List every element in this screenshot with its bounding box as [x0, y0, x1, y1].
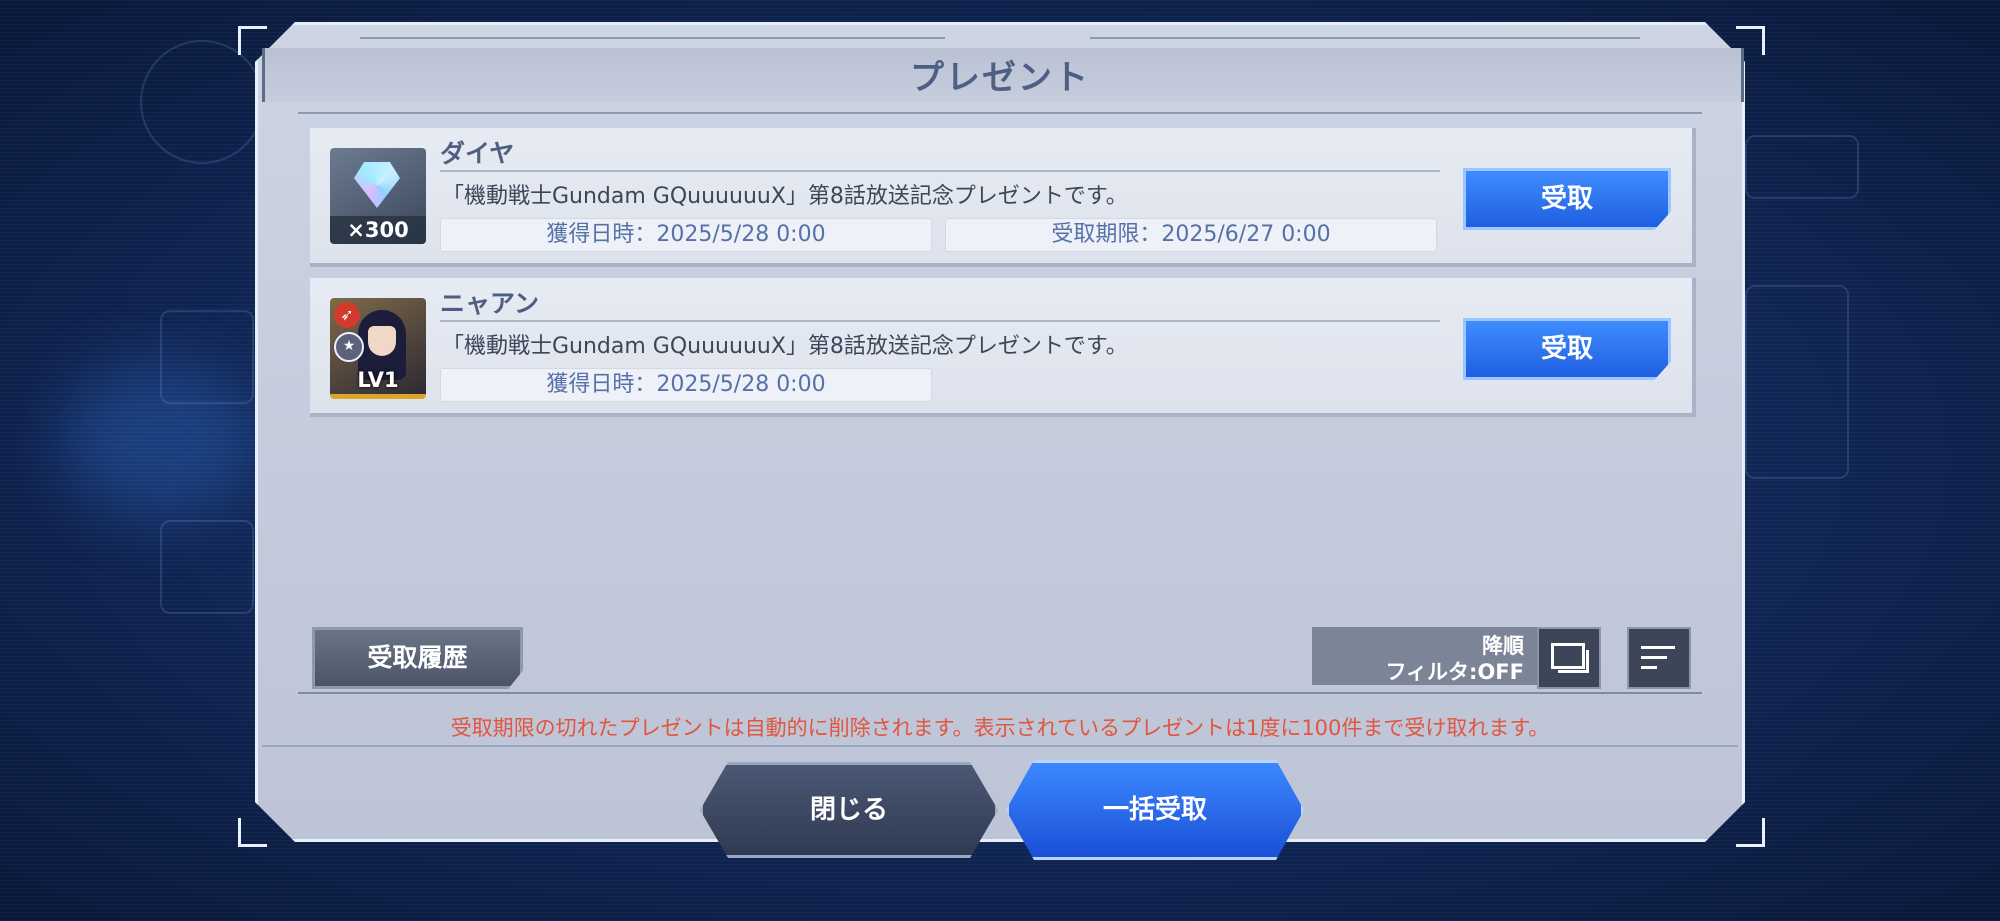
- present-item: ×300 ダイヤ 「機動戦士Gundam GQuuuuuuX」第8話放送記念プレ…: [310, 128, 1696, 267]
- filter-button[interactable]: [1537, 627, 1601, 689]
- frame-corner: [238, 818, 267, 847]
- claim-history-button[interactable]: 受取履歴: [312, 627, 523, 689]
- present-item: ➶ ★ LV1 ニャアン 「機動戦士Gundam GQuuuuuuX」第8話放送…: [310, 278, 1696, 417]
- sort-filter-status[interactable]: 降順 フィルタ:OFF: [1312, 627, 1542, 685]
- filter-state-label: フィルタ:OFF: [1385, 660, 1524, 684]
- footer-rule: [298, 692, 1702, 694]
- character-portrait: ➶ ★ LV1: [330, 298, 426, 399]
- acquired-date: 獲得日時：2025/5/28 0:00: [440, 368, 932, 402]
- background-ghost-button: [1745, 135, 1859, 199]
- acquired-date: 獲得日時：2025/5/28 0:00: [440, 218, 932, 252]
- claim-button[interactable]: 受取: [1463, 168, 1671, 230]
- bulk-claim-button[interactable]: 一括受取: [1006, 760, 1304, 860]
- header-rule: [360, 37, 945, 39]
- present-description: 「機動戦士Gundam GQuuuuuuX」第8話放送記念プレゼントです。: [442, 334, 1128, 359]
- background-ghost-menu: [160, 520, 254, 614]
- sort-icon: [1641, 646, 1675, 649]
- diamond-icon: ×300: [330, 148, 426, 244]
- header-rule: [1090, 37, 1640, 39]
- claim-deadline: 受取期限：2025/6/27 0:00: [945, 218, 1437, 252]
- gem-shape: [354, 162, 400, 208]
- name-divider: [440, 170, 1440, 172]
- footer-rule: [262, 745, 1738, 747]
- sort-icon: [1641, 666, 1657, 669]
- name-divider: [440, 320, 1440, 322]
- title-underline: [298, 112, 1702, 114]
- quantity-label: ×300: [330, 216, 426, 244]
- dialog-title: プレゼント: [910, 58, 1090, 98]
- cards-icon-back: [1558, 650, 1589, 673]
- present-name: ニャアン: [440, 289, 540, 318]
- claim-button[interactable]: 受取: [1463, 318, 1671, 380]
- rocket-badge-icon: ➶: [334, 302, 360, 328]
- sort-button[interactable]: [1627, 627, 1691, 689]
- star-badge-icon: ★: [334, 332, 364, 362]
- present-name: ダイヤ: [440, 139, 515, 168]
- expiry-notice: 受取期限の切れたプレゼントは自動的に削除されます。表示されているプレゼントは1度…: [450, 716, 1550, 740]
- background-ghost-banner: [1745, 285, 1849, 479]
- frame-corner: [1736, 818, 1765, 847]
- present-description: 「機動戦士Gundam GQuuuuuuX」第8話放送記念プレゼントです。: [442, 184, 1128, 209]
- close-button[interactable]: 閉じる: [700, 762, 998, 858]
- character-face: [368, 326, 396, 356]
- sort-icon: [1641, 656, 1667, 659]
- level-label: LV1: [357, 368, 399, 392]
- background-ghost-menu: [160, 310, 254, 404]
